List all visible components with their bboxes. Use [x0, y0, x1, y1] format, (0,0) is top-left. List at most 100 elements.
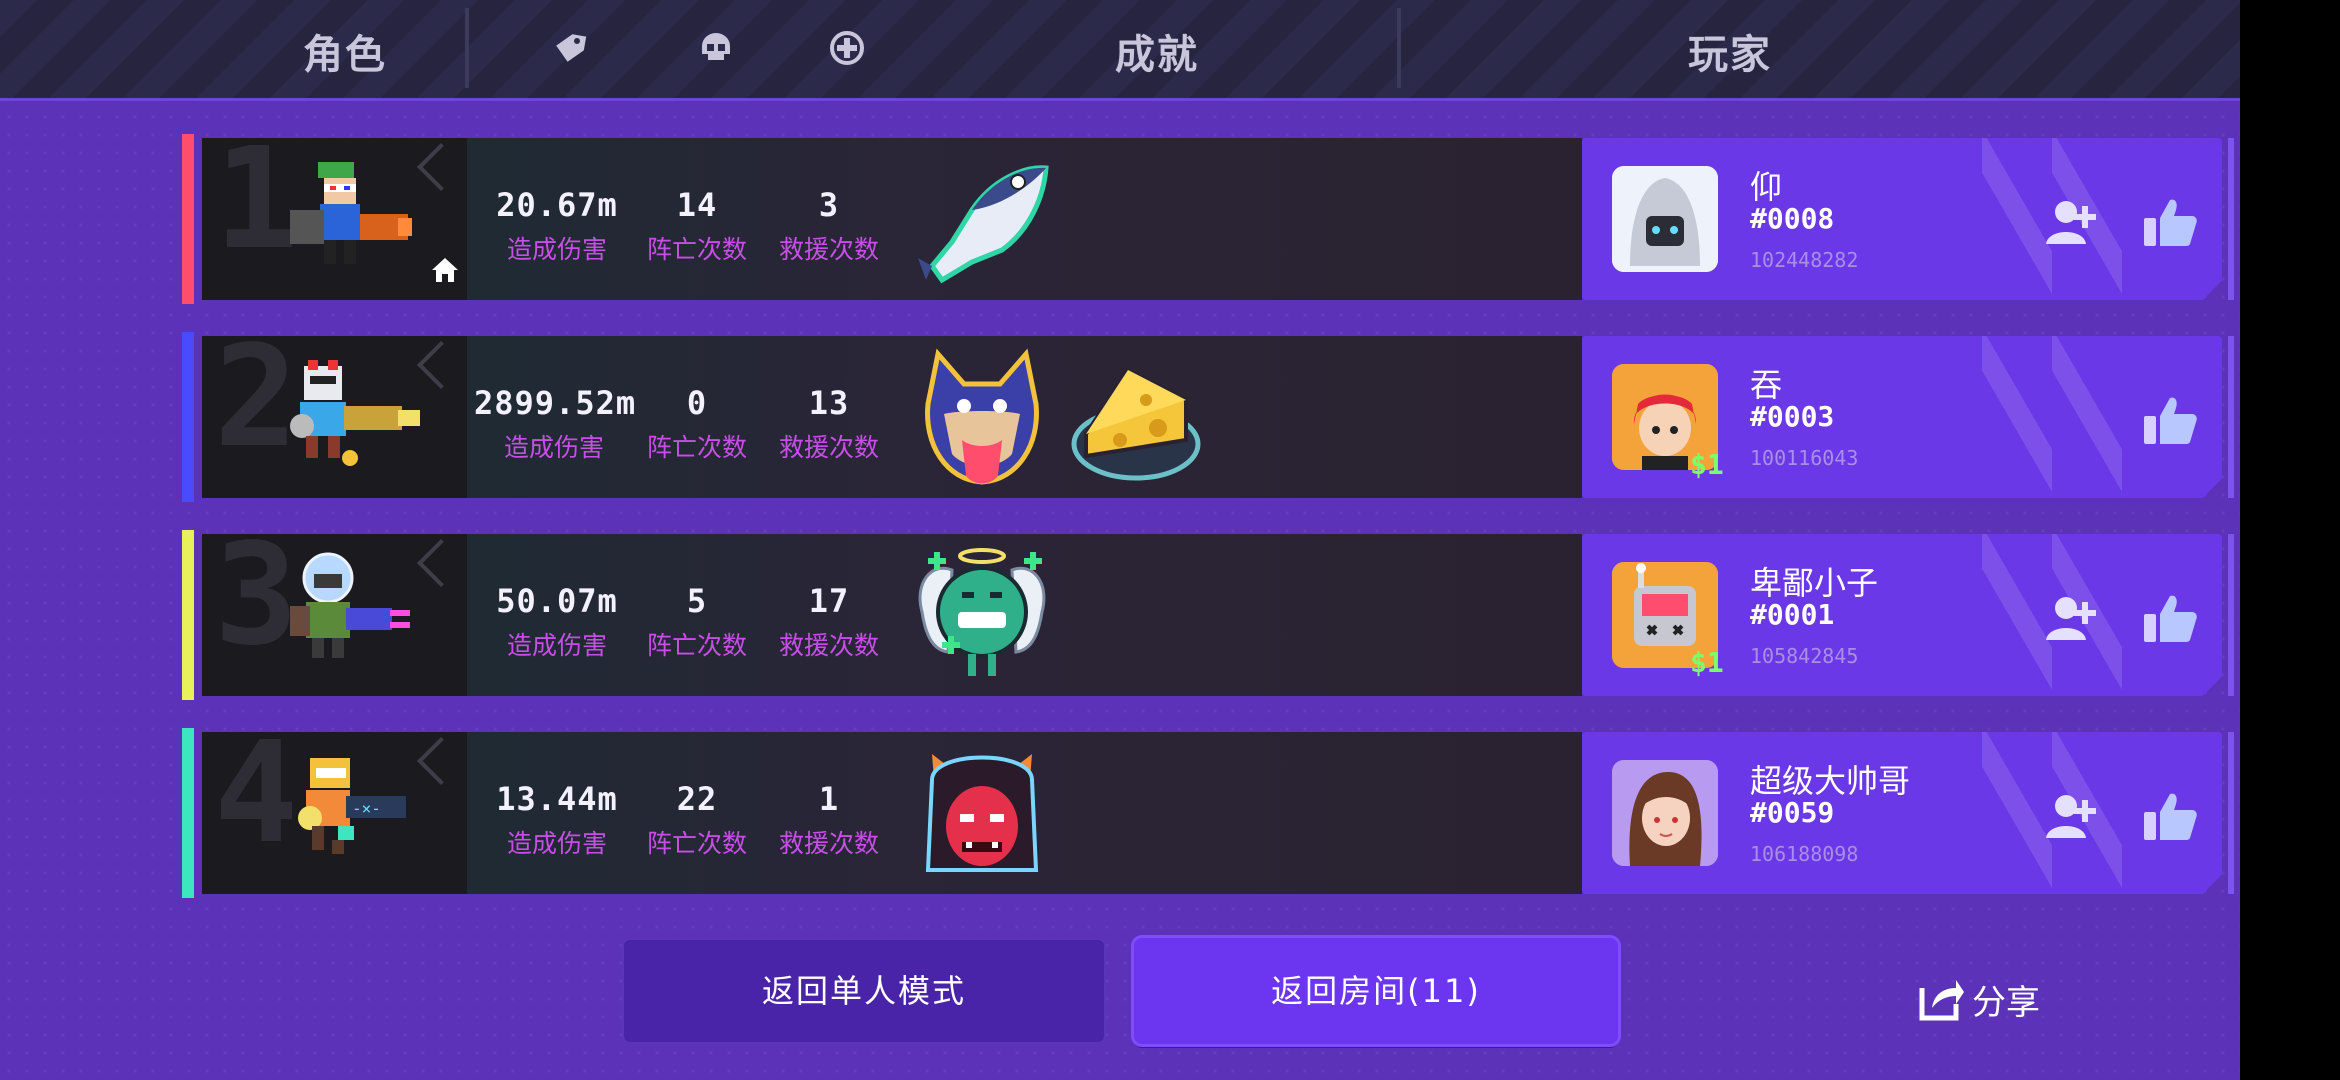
add-friend-icon[interactable]	[2044, 592, 2100, 642]
results-header: 角色 成就 玩家	[0, 0, 2240, 101]
result-row: 1 20.67m 造成伤害 14 阵亡次数 3 救援次数 仰 #0008 102…	[182, 130, 2234, 304]
character-sprite	[290, 552, 410, 658]
home-icon	[432, 258, 458, 282]
damage-label: 造成伤害	[506, 829, 607, 858]
card-chevron	[1982, 534, 2052, 696]
damage-value: 20.67m	[496, 186, 618, 224]
player-card[interactable]: $1 卑鄙小子 #0001 105842845	[1582, 534, 2222, 696]
header-divider	[1397, 8, 1401, 88]
player-tag: #0001	[1750, 598, 1835, 631]
character-box[interactable]: 1	[202, 130, 467, 300]
stats-panel: 2 2899.52m 造成伤害 0 阵亡次数 13 救援次数	[202, 328, 1582, 498]
card-edge	[2228, 732, 2234, 894]
rescues-stat: 3 救援次数	[774, 186, 884, 266]
card-chevron	[1982, 336, 2052, 498]
damage-stat: 20.67m 造成伤害	[492, 186, 622, 266]
result-row: 4 -×- 13.44m 造成伤害 22 阵亡次数 1 救援次数 超级大帅哥 #…	[182, 724, 2234, 898]
damage-stat: 13.44m 造成伤害	[492, 780, 622, 860]
rescues-value: 17	[808, 582, 850, 620]
fish-sticker[interactable]	[912, 146, 1060, 294]
back-to-single-mode-button[interactable]: 返回单人模式	[622, 938, 1106, 1044]
add-friend-icon[interactable]	[2044, 790, 2100, 840]
deaths-label: 阵亡次数	[646, 235, 747, 264]
deaths-value: 14	[676, 186, 718, 224]
back-to-room-button[interactable]: 返回房间(11)	[1134, 938, 1618, 1044]
girl-avatar-icon	[1612, 760, 1718, 866]
result-row: 3 50.07m 造成伤害 5 阵亡次数 17 救援次数 $1 卑鄙小子 #00…	[182, 526, 2234, 700]
player-id: 102448282	[1750, 248, 1859, 272]
card-edge	[2228, 138, 2234, 300]
player-id: 105842845	[1750, 644, 1859, 668]
deaths-stat: 0 阵亡次数	[642, 384, 752, 464]
rescues-stat: 1 救援次数	[774, 780, 884, 860]
deaths-value: 22	[676, 780, 718, 818]
tag-icon	[556, 34, 587, 62]
card-edge	[2228, 534, 2234, 696]
skull-icon	[702, 33, 730, 60]
player-tag: #0059	[1750, 796, 1835, 829]
screen-edge	[2240, 0, 2340, 1080]
player-card[interactable]: 超级大帅哥 #0059 106188098	[1582, 732, 2222, 894]
damage-value: 50.07m	[496, 582, 618, 620]
deaths-stat: 5 阵亡次数	[642, 582, 752, 662]
deaths-value: 5	[686, 582, 708, 620]
rescues-stat: 13 救援次数	[774, 384, 884, 464]
deaths-label: 阵亡次数	[646, 829, 747, 858]
card-chevron	[2052, 336, 2122, 498]
deaths-label: 阵亡次数	[646, 433, 747, 462]
rescues-label: 救援次数	[778, 235, 879, 264]
red-demon-sticker[interactable]	[908, 740, 1056, 888]
thumbs-up-icon[interactable]	[2142, 592, 2198, 644]
result-row: 2 2899.52m 造成伤害 0 阵亡次数 13 救援次数 $1 吞 #000…	[182, 328, 2234, 502]
rank-color-stripe	[182, 134, 194, 304]
player-tag: #0003	[1750, 400, 1835, 433]
thumbs-up-icon[interactable]	[2142, 394, 2198, 446]
rank-color-stripe	[182, 728, 194, 898]
deaths-stat: 14 阵亡次数	[642, 186, 752, 266]
damage-label: 造成伤害	[506, 235, 607, 264]
avatar[interactable]	[1612, 760, 1718, 866]
rescues-value: 13	[808, 384, 850, 422]
deaths-stat: 22 阵亡次数	[642, 780, 752, 860]
avatar[interactable]	[1612, 166, 1718, 272]
results-screen: 角色 成就 玩家 1 20.67m 造成伤害 14 阵亡次数 3 救援次数 仰 …	[0, 0, 2240, 1080]
character-box[interactable]: 3	[202, 526, 467, 696]
player-card[interactable]: $1 吞 #0003 100116043	[1582, 336, 2222, 498]
card-edge	[2228, 336, 2234, 498]
dollar-badge: $1	[1690, 646, 1724, 679]
damage-stat: 50.07m 造成伤害	[492, 582, 622, 662]
share-button[interactable]: 分享	[1916, 974, 2040, 1024]
player-card[interactable]: 仰 #0008 102448282	[1582, 138, 2222, 300]
header-achievement: 成就	[1115, 32, 1199, 78]
deaths-label: 阵亡次数	[646, 631, 747, 660]
card-chevron	[1982, 732, 2052, 894]
player-id: 100116043	[1750, 446, 1859, 470]
damage-stat: 2899.52m 造成伤害	[474, 384, 635, 464]
thumbs-up-icon[interactable]	[2142, 790, 2198, 842]
wolf-sticker[interactable]	[908, 344, 1056, 492]
deaths-value: 0	[686, 384, 708, 422]
rescues-value: 3	[818, 186, 840, 224]
rescues-stat: 17 救援次数	[774, 582, 884, 662]
damage-label: 造成伤害	[506, 631, 607, 660]
character-sprite	[290, 162, 412, 264]
thumbs-up-icon[interactable]	[2142, 196, 2198, 248]
character-sprite: -×-	[298, 758, 406, 854]
player-tag: #0008	[1750, 202, 1835, 235]
svg-text:-×-: -×-	[352, 799, 381, 818]
card-chevron	[1982, 138, 2052, 300]
add-friend-icon[interactable]	[2044, 196, 2100, 246]
revive-plus-icon	[830, 31, 864, 65]
damage-label: 造成伤害	[503, 433, 604, 462]
rescues-label: 救援次数	[778, 829, 879, 858]
character-sprite	[290, 360, 420, 466]
header-divider	[465, 8, 469, 88]
character-box[interactable]: 2	[202, 328, 467, 498]
dollar-badge: $1	[1690, 448, 1724, 481]
green-angel-sticker[interactable]	[908, 542, 1056, 690]
character-box[interactable]: 4 -×-	[202, 724, 467, 894]
stats-panel: 4 -×- 13.44m 造成伤害 22 阵亡次数 1 救援次数	[202, 724, 1582, 894]
rescues-label: 救援次数	[778, 631, 879, 660]
cheese-sticker[interactable]	[1062, 344, 1210, 492]
hooded-avatar-icon	[1612, 166, 1718, 272]
